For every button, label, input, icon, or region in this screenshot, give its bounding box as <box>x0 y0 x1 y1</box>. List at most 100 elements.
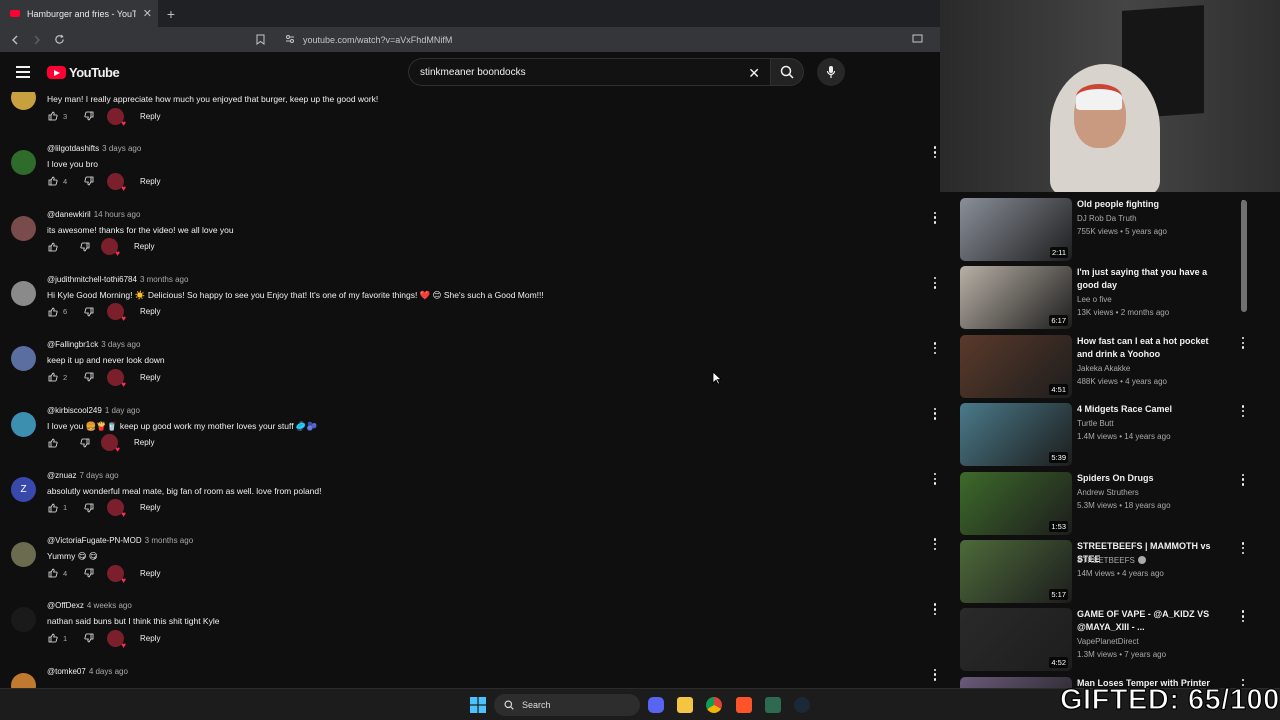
dislike-button[interactable] <box>83 306 95 318</box>
reply-button[interactable]: Reply <box>140 112 160 121</box>
channel-name[interactable]: VapePlanetDirect <box>1077 637 1139 646</box>
browser-tab[interactable]: Hamburger and fries - YouTube ✕ <box>0 0 158 27</box>
commenter-avatar[interactable]: Z <box>11 476 36 502</box>
recommended-video[interactable]: 4:51 How fast can I eat a hot pocket and … <box>960 334 1280 399</box>
search-input[interactable]: stinkmeaner boondocks ✕ <box>408 58 770 86</box>
voice-search-button[interactable] <box>817 58 845 86</box>
site-info-icon[interactable] <box>285 34 295 46</box>
dislike-button[interactable] <box>83 567 95 579</box>
commenter-avatar[interactable] <box>11 92 36 110</box>
like-button[interactable] <box>47 632 59 644</box>
video-menu-icon[interactable] <box>1240 473 1246 486</box>
like-button[interactable] <box>47 437 59 449</box>
commenter-avatar[interactable] <box>11 607 36 633</box>
comment-timestamp[interactable]: 4 weeks ago <box>87 601 132 610</box>
comment-handle[interactable]: @tomke07 <box>47 667 86 676</box>
comment-timestamp[interactable]: 14 hours ago <box>94 210 141 219</box>
commenter-avatar[interactable] <box>11 346 36 372</box>
comment-author[interactable]: @znuaz 7 days ago <box>47 471 119 480</box>
comment-timestamp[interactable]: 4 days ago <box>89 667 128 676</box>
comment-menu-icon[interactable] <box>932 211 938 224</box>
bookmark-icon[interactable] <box>256 34 265 47</box>
steam-icon[interactable] <box>794 697 810 713</box>
video-thumbnail[interactable]: 4:51 <box>960 334 1072 398</box>
comment-handle[interactable]: @OffDexz <box>47 601 84 610</box>
dislike-button[interactable] <box>83 632 95 644</box>
reload-icon[interactable] <box>50 31 68 49</box>
dislike-button[interactable] <box>83 175 95 187</box>
channel-name-row[interactable]: VapePlanetDirect <box>1077 637 1139 646</box>
comment-author[interactable]: @kirbiscool249 1 day ago <box>47 406 140 415</box>
comment-menu-icon[interactable] <box>932 603 938 616</box>
video-thumbnail[interactable] <box>960 676 1072 688</box>
channel-name[interactable]: DJ Rob Da Truth <box>1077 214 1137 223</box>
youtube-logo[interactable]: YouTube <box>47 65 120 80</box>
commenter-avatar[interactable] <box>11 150 36 176</box>
comment-handle[interactable]: @znuaz <box>47 471 76 480</box>
menu-icon[interactable] <box>16 66 30 78</box>
recommended-video[interactable]: 2:11 Old people fighting DJ Rob Da Truth 75… <box>960 198 1280 262</box>
channel-name[interactable]: Turtle Butt <box>1077 419 1114 428</box>
comment-timestamp[interactable]: 3 days ago <box>102 144 141 153</box>
video-title[interactable]: How fast can I eat a hot pocket and drin… <box>1077 335 1215 361</box>
video-thumbnail[interactable]: 5:17 <box>960 540 1072 603</box>
comment-author[interactable]: @Fallingbr1ck 3 days ago <box>47 340 140 349</box>
comment-timestamp[interactable]: 1 day ago <box>105 406 140 415</box>
back-icon[interactable] <box>6 31 24 49</box>
video-thumbnail[interactable]: 1:53 <box>960 471 1072 535</box>
commenter-avatar[interactable] <box>11 280 36 306</box>
clear-search-icon[interactable]: ✕ <box>748 65 760 82</box>
windows-start-icon[interactable] <box>470 697 486 713</box>
like-button[interactable] <box>47 110 59 122</box>
recommended-video[interactable]: 5:17 STREETBEEFS | MAMMOTH vs STEE STREETB… <box>960 540 1280 604</box>
like-button[interactable] <box>47 175 59 187</box>
video-thumbnail[interactable]: 5:39 <box>960 403 1072 467</box>
comment-timestamp[interactable]: 3 months ago <box>145 536 193 545</box>
channel-name-row[interactable]: DJ Rob Da Truth <box>1077 214 1137 223</box>
search-button[interactable] <box>770 58 804 86</box>
channel-name-row[interactable]: Lee o five <box>1077 295 1112 304</box>
comment-timestamp[interactable]: 7 days ago <box>79 471 118 480</box>
video-title[interactable]: 4 Midgets Race Camel <box>1077 403 1215 416</box>
like-button[interactable] <box>47 502 59 514</box>
video-title[interactable]: Spiders On Drugs <box>1077 472 1215 485</box>
comment-timestamp[interactable]: 3 days ago <box>101 340 140 349</box>
video-title[interactable]: I'm just saying that you have a good day <box>1077 266 1215 292</box>
recommended-video[interactable]: 1:53 Spiders On Drugs Andrew Struthers 5.3M… <box>960 471 1280 536</box>
channel-name[interactable]: Lee o five <box>1077 295 1112 304</box>
dislike-button[interactable] <box>83 502 95 514</box>
comment-menu-icon[interactable] <box>932 407 938 420</box>
dislike-button[interactable] <box>79 437 91 449</box>
video-thumbnail[interactable]: 4:52 <box>960 608 1072 672</box>
reply-button[interactable]: Reply <box>140 307 160 316</box>
comment-author[interactable]: @judithmitchell-tothi6784 3 months ago <box>47 275 188 284</box>
forward-icon[interactable] <box>28 31 46 49</box>
channel-name[interactable]: STREETBEEFS <box>1077 556 1135 565</box>
video-title[interactable]: GAME OF VAPE - @A_KIDZ VS @MAYA_XIII - .… <box>1077 608 1215 634</box>
chrome-icon[interactable] <box>706 697 722 713</box>
video-thumbnail[interactable]: 6:17 <box>960 266 1072 330</box>
commenter-avatar[interactable] <box>11 215 36 241</box>
terminal-icon[interactable] <box>765 697 781 713</box>
comment-handle[interactable]: @kirbiscool249 <box>47 406 102 415</box>
comment-menu-icon[interactable] <box>932 472 938 485</box>
comment-handle[interactable]: @VictoriaFugate-PN-MOD <box>47 536 142 545</box>
channel-name-row[interactable]: Turtle Butt <box>1077 419 1114 428</box>
channel-name[interactable]: Andrew Struthers <box>1077 488 1139 497</box>
commenter-avatar[interactable] <box>11 542 36 568</box>
commenter-avatar[interactable] <box>11 411 36 437</box>
commenter-avatar[interactable] <box>11 672 36 688</box>
comment-handle[interactable]: @Fallingbr1ck <box>47 340 98 349</box>
comment-timestamp[interactable]: 3 months ago <box>140 275 188 284</box>
channel-name-row[interactable]: Jakeka Akakke <box>1077 364 1130 373</box>
recommended-video[interactable]: 6:17 I'm just saying that you have a good… <box>960 266 1280 330</box>
video-menu-icon[interactable] <box>1240 542 1246 554</box>
reply-button[interactable]: Reply <box>140 503 160 512</box>
recommended-video[interactable]: 4:52 GAME OF VAPE - @A_KIDZ VS @MAYA_XIII… <box>960 608 1280 672</box>
recommended-video[interactable]: 5:39 4 Midgets Race Camel Turtle Butt 1.4M … <box>960 403 1280 467</box>
reply-button[interactable]: Reply <box>140 373 160 382</box>
channel-name-row[interactable]: STREETBEEFS <box>1077 556 1146 565</box>
close-tab-icon[interactable]: ✕ <box>143 7 152 20</box>
new-tab-button[interactable]: + <box>158 6 184 22</box>
video-menu-icon[interactable] <box>1240 336 1246 349</box>
